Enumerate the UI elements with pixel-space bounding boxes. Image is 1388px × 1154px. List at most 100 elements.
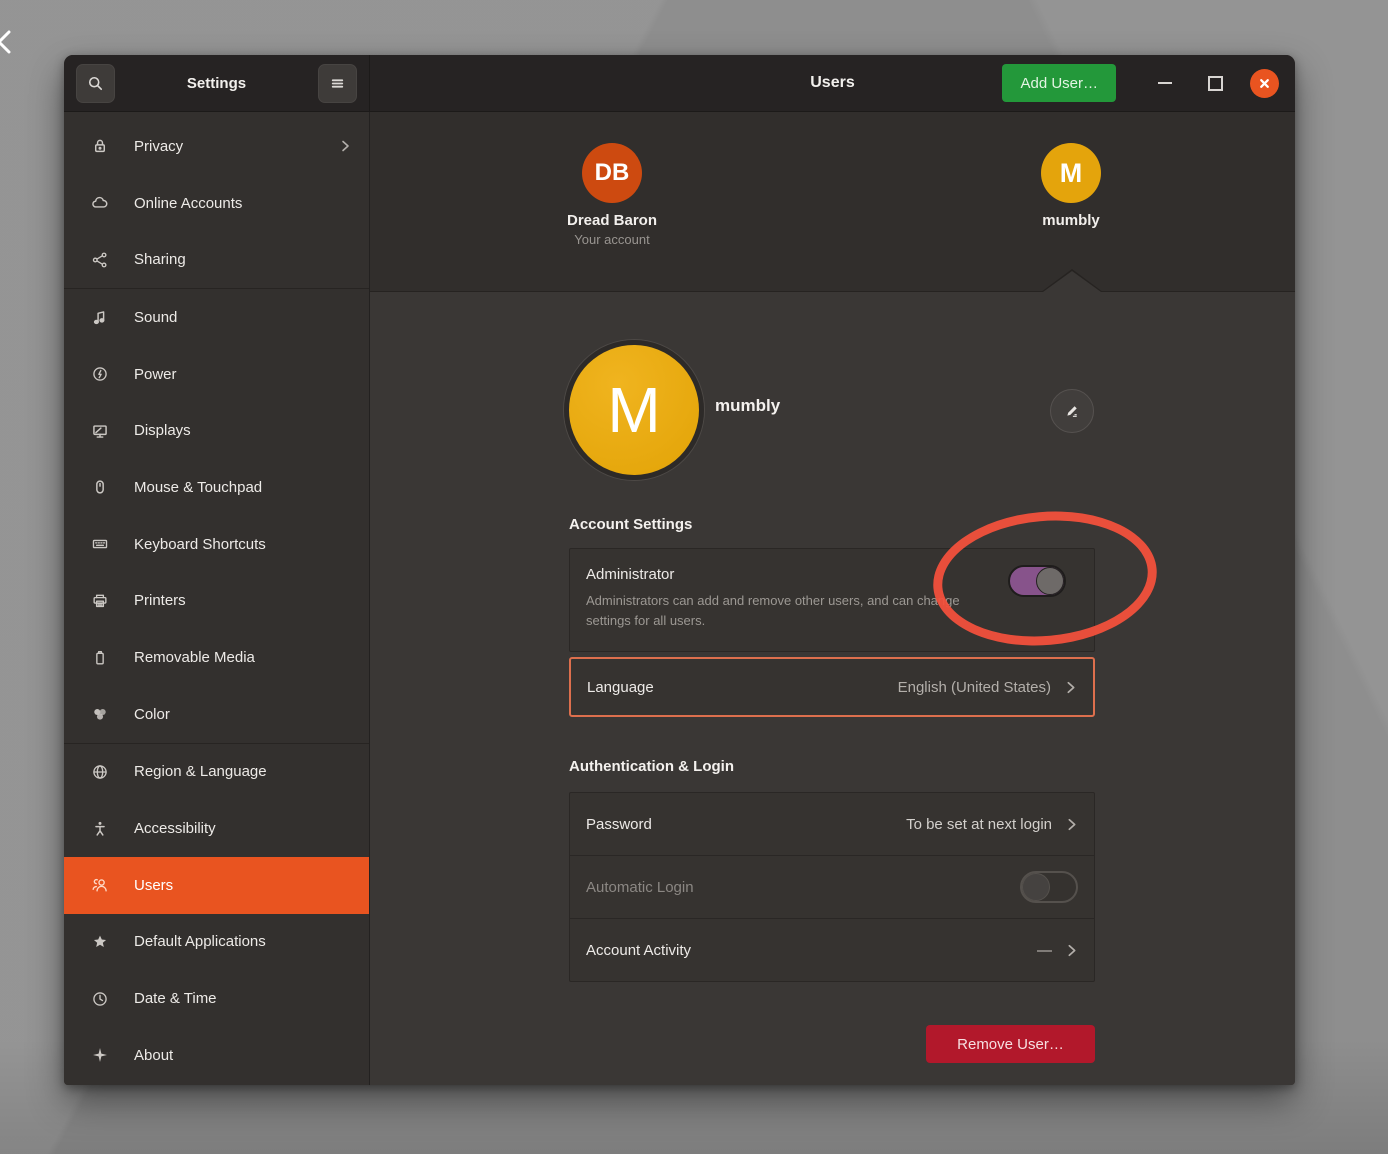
sidebar-item-label: About <box>134 1047 173 1064</box>
sidebar-item-displays[interactable]: Displays <box>64 402 369 459</box>
account-settings-heading: Account Settings <box>569 516 692 533</box>
sidebar-item-sound[interactable]: Sound <box>64 289 369 346</box>
sidebar-item-label: Accessibility <box>134 820 216 837</box>
sidebar-item-mouse-touchpad[interactable]: Mouse & Touchpad <box>64 459 369 516</box>
user-carousel: DB Dread Baron Your account M mumbly <box>370 112 1295 292</box>
language-label: Language <box>587 679 654 696</box>
close-button[interactable] <box>1250 69 1279 98</box>
close-icon <box>1257 76 1272 91</box>
profile-avatar: M <box>564 340 704 480</box>
sparkle-icon <box>90 1046 110 1064</box>
keyboard-icon <box>90 535 110 553</box>
administrator-toggle[interactable] <box>1008 565 1066 597</box>
desktop-edge-mark <box>0 30 11 59</box>
minimize-icon <box>1158 82 1172 84</box>
account-activity-row[interactable]: Account Activity — <box>570 919 1094 981</box>
user-name: mumbly <box>1042 212 1100 229</box>
sidebar-item-default-applications[interactable]: Default Applications <box>64 914 369 971</box>
user-subtitle: Your account <box>574 232 649 247</box>
account-activity-label: Account Activity <box>586 942 691 959</box>
settings-window: Settings Users Add User… <box>64 55 1295 1085</box>
sidebar-item-label: Keyboard Shortcuts <box>134 536 266 553</box>
sidebar: Privacy Online Accounts Sharing Sound Po… <box>64 112 370 1085</box>
chevron-right-icon <box>340 138 351 154</box>
clock-icon <box>90 990 110 1008</box>
search-icon <box>87 75 104 92</box>
sidebar-item-color[interactable]: Color <box>64 686 369 743</box>
star-icon <box>90 933 110 951</box>
authentication-heading: Authentication & Login <box>569 758 734 775</box>
hamburger-menu-icon <box>329 75 346 92</box>
sidebar-item-region-language[interactable]: Region & Language <box>64 744 369 801</box>
titlebar: Settings Users Add User… <box>64 55 1295 112</box>
language-value: English (United States) <box>898 679 1051 696</box>
users-icon <box>90 876 110 894</box>
maximize-icon <box>1208 76 1223 91</box>
sidebar-item-label: Removable Media <box>134 649 255 666</box>
removable-media-icon <box>90 649 110 667</box>
sidebar-item-about[interactable]: About <box>64 1027 369 1084</box>
sidebar-item-label: Privacy <box>134 138 183 155</box>
sidebar-item-privacy[interactable]: Privacy <box>64 118 369 175</box>
sidebar-item-label: Sharing <box>134 251 186 268</box>
sidebar-item-date-time[interactable]: Date & Time <box>64 970 369 1027</box>
sidebar-item-label: Sound <box>134 309 177 326</box>
sidebar-item-label: Printers <box>134 592 186 609</box>
music-note-icon <box>90 308 110 326</box>
sidebar-item-printers[interactable]: Printers <box>64 573 369 630</box>
sidebar-item-label: Users <box>134 877 173 894</box>
sidebar-item-keyboard-shortcuts[interactable]: Keyboard Shortcuts <box>64 516 369 573</box>
pencil-icon <box>1063 402 1081 420</box>
sidebar-item-label: Date & Time <box>134 990 217 1007</box>
accessibility-icon <box>90 820 110 838</box>
password-label: Password <box>586 816 652 833</box>
automatic-login-label: Automatic Login <box>586 879 694 896</box>
avatar: DB <box>582 143 642 203</box>
toggle-knob <box>1036 567 1064 595</box>
sidebar-item-label: Displays <box>134 422 191 439</box>
toggle-knob <box>1022 873 1050 901</box>
display-icon <box>90 422 110 440</box>
edit-avatar-button[interactable] <box>1050 389 1094 433</box>
globe-icon <box>90 763 110 781</box>
sidebar-item-label: Power <box>134 366 177 383</box>
sidebar-item-accessibility[interactable]: Accessibility <box>64 800 369 857</box>
selected-user-pointer <box>1043 271 1101 292</box>
language-row[interactable]: Language English (United States) <box>569 657 1095 717</box>
sidebar-item-removable-media[interactable]: Removable Media <box>64 629 369 686</box>
search-button[interactable] <box>76 64 115 103</box>
mouse-icon <box>90 478 110 496</box>
lock-icon <box>90 137 110 155</box>
add-user-button[interactable]: Add User… <box>1002 64 1116 102</box>
password-value: To be set at next login <box>906 816 1052 833</box>
maximize-button[interactable] <box>1200 68 1230 98</box>
account-activity-value: — <box>1037 942 1052 959</box>
automatic-login-toggle[interactable] <box>1020 871 1078 903</box>
share-icon <box>90 251 110 269</box>
main-header: Users Add User… <box>370 55 1295 111</box>
menu-button[interactable] <box>318 64 357 103</box>
administrator-label: Administrator <box>586 566 1078 583</box>
sidebar-item-online-accounts[interactable]: Online Accounts <box>64 175 369 232</box>
chevron-right-icon <box>1065 679 1077 696</box>
remove-user-button[interactable]: Remove User… <box>926 1025 1095 1063</box>
password-row[interactable]: Password To be set at next login <box>570 793 1094 856</box>
carousel-user-mumbly[interactable]: M mumbly <box>986 143 1156 229</box>
user-name: Dread Baron <box>567 212 657 229</box>
sidebar-header: Settings <box>64 55 370 111</box>
administrator-description: Administrators can add and remove other … <box>586 591 986 631</box>
profile-name: mumbly <box>715 396 780 416</box>
chevron-right-icon <box>1066 816 1078 833</box>
user-detail-panel: M mumbly Account Settings Administrator … <box>370 292 1295 1085</box>
color-circles-icon <box>90 705 110 723</box>
sidebar-item-users[interactable]: Users <box>64 857 369 914</box>
sidebar-item-power[interactable]: Power <box>64 346 369 403</box>
authentication-rows: Password To be set at next login Automat… <box>569 792 1095 982</box>
automatic-login-row: Automatic Login <box>570 856 1094 919</box>
window-controls <box>1130 68 1279 98</box>
printer-icon <box>90 592 110 610</box>
minimize-button[interactable] <box>1150 68 1180 98</box>
carousel-user-dread-baron[interactable]: DB Dread Baron Your account <box>527 143 697 247</box>
sidebar-item-sharing[interactable]: Sharing <box>64 231 369 288</box>
sidebar-item-label: Color <box>134 706 170 723</box>
